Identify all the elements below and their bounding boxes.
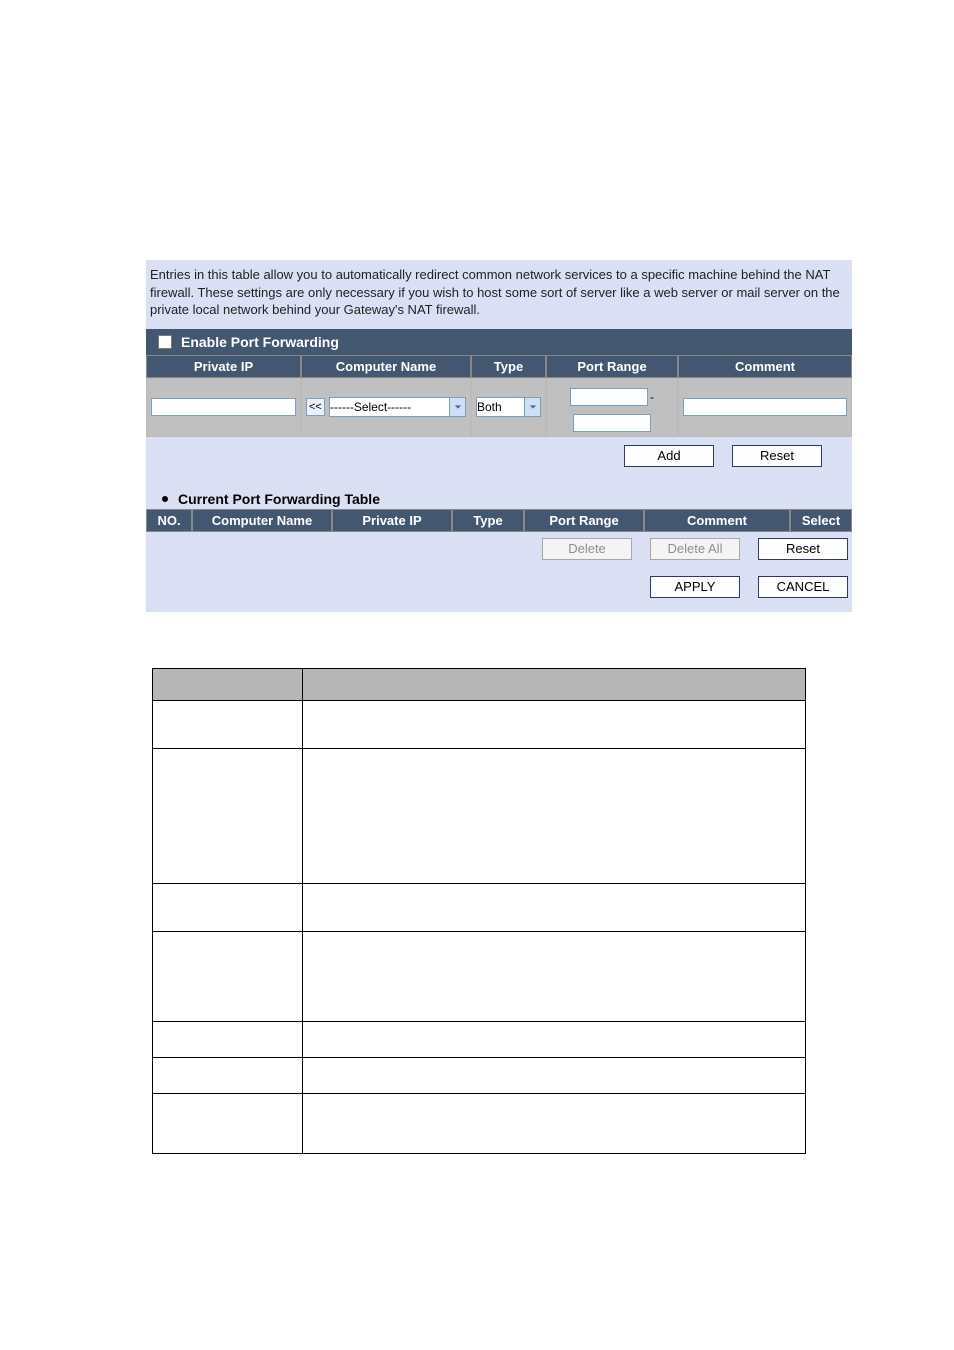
table-row xyxy=(153,883,806,931)
table-title: Current Port Forwarding Table xyxy=(178,491,380,507)
table-title-row: Current Port Forwarding Table xyxy=(146,469,852,509)
comment-input[interactable] xyxy=(683,398,847,416)
apply-button[interactable]: APPLY xyxy=(650,576,740,598)
port-forwarding-panel: Entries in this table allow you to autom… xyxy=(146,260,852,612)
th-type: Type xyxy=(452,509,524,532)
type-select[interactable]: Both xyxy=(476,397,541,417)
th-no: NO. xyxy=(146,509,192,532)
table-buttons: Delete Delete All Reset xyxy=(146,532,852,562)
port-range-start-input[interactable] xyxy=(570,388,648,406)
table-header-row: NO. Computer Name Private IP Type Port R… xyxy=(146,509,852,532)
table-row xyxy=(153,1057,806,1093)
intro-text: Entries in this table allow you to autom… xyxy=(146,260,852,329)
header-comment: Comment xyxy=(678,355,852,378)
th-computer-name: Computer Name xyxy=(192,509,332,532)
enable-port-forwarding-label: Enable Port Forwarding xyxy=(181,334,339,350)
form-input-row: << ------Select------ Both xyxy=(146,378,852,437)
th-port-range: Port Range xyxy=(524,509,644,532)
th-comment: Comment xyxy=(644,509,790,532)
cancel-button[interactable]: CANCEL xyxy=(758,576,848,598)
table-row xyxy=(153,1021,806,1057)
table-row xyxy=(153,931,806,1021)
delete-button[interactable]: Delete xyxy=(542,538,632,560)
reset-table-button[interactable]: Reset xyxy=(758,538,848,560)
copy-ip-button[interactable]: << xyxy=(306,398,325,416)
th-select: Select xyxy=(790,509,852,532)
reset-button[interactable]: Reset xyxy=(732,445,822,467)
enable-port-forwarding-checkbox[interactable] xyxy=(158,335,172,349)
form-header-row: Private IP Computer Name Type Port Range… xyxy=(146,355,852,378)
table-row xyxy=(153,748,806,883)
form-buttons: Add Reset xyxy=(146,437,852,469)
footer-buttons: APPLY CANCEL xyxy=(146,562,852,604)
bullet-icon xyxy=(162,496,168,502)
header-port-range: Port Range xyxy=(546,355,678,378)
table-row xyxy=(153,668,806,700)
header-private-ip: Private IP xyxy=(146,355,301,378)
table-row xyxy=(153,1093,806,1153)
delete-all-button[interactable]: Delete All xyxy=(650,538,740,560)
table-row xyxy=(153,700,806,748)
enable-row: Enable Port Forwarding xyxy=(146,329,852,355)
computer-name-select[interactable]: ------Select------ xyxy=(329,397,466,417)
port-range-end-input[interactable] xyxy=(573,414,651,432)
add-button[interactable]: Add xyxy=(624,445,714,467)
private-ip-input[interactable] xyxy=(151,398,296,416)
header-computer-name: Computer Name xyxy=(301,355,471,378)
th-private-ip: Private IP xyxy=(332,509,452,532)
header-type: Type xyxy=(471,355,546,378)
description-table xyxy=(152,668,806,1154)
